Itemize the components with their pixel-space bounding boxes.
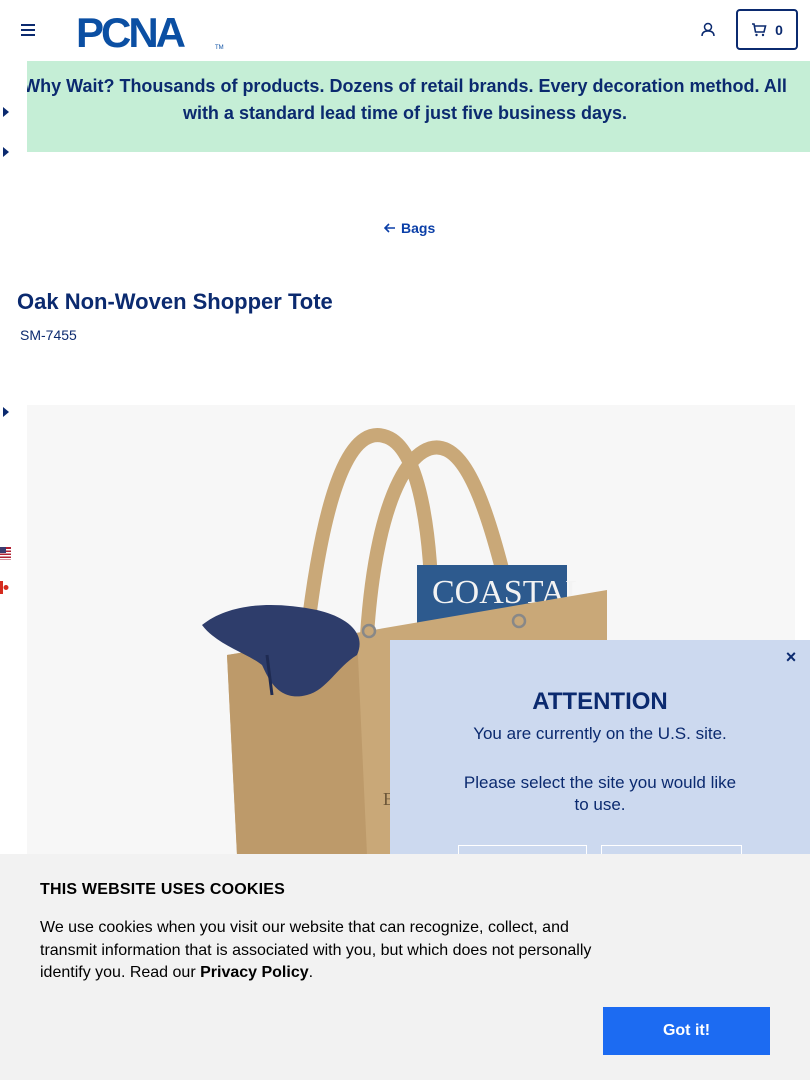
cookie-consent-bar: THIS WEBSITE USES COOKIES We use cookies…	[0, 854, 810, 1080]
cookie-title: THIS WEBSITE USES COOKIES	[40, 881, 286, 898]
accept-cookies-button[interactable]: Got it!	[603, 1007, 770, 1055]
back-to-bags-link[interactable]: Bags	[384, 220, 435, 236]
account-button[interactable]	[698, 20, 718, 40]
site-header: PCNA TM 0	[0, 0, 810, 61]
product-sku: SM-7455	[20, 327, 77, 343]
rail-arrow-icon[interactable]	[3, 407, 9, 417]
arrow-left-icon	[384, 223, 395, 233]
canada-flag-icon[interactable]	[0, 581, 11, 594]
rail-arrow-icon[interactable]	[3, 147, 9, 157]
cart-button[interactable]: 0	[736, 9, 798, 50]
user-icon	[701, 22, 715, 37]
privacy-policy-link[interactable]: Privacy Policy	[200, 964, 309, 981]
hamburger-icon	[21, 24, 35, 36]
logo-text: PCNA	[76, 10, 186, 50]
close-icon[interactable]: ×	[782, 648, 800, 666]
cookie-text: We use cookies when you visit our websit…	[40, 917, 600, 985]
us-flag-icon[interactable]	[0, 547, 11, 560]
attention-message: You are currently on the U.S. site.	[473, 724, 727, 743]
page: PCNA TM 0 Why Wait? Thousands of product…	[0, 0, 810, 1080]
logo-trademark: TM	[215, 45, 224, 50]
product-title: Oak Non-Woven Shopper Tote	[17, 289, 333, 314]
cookie-text-end: .	[308, 964, 314, 981]
menu-button[interactable]	[18, 20, 38, 40]
attention-title: ATTENTION	[532, 688, 668, 715]
rail-arrow-icon[interactable]	[3, 107, 9, 117]
site-selection-modal: × ATTENTION You are currently on the U.S…	[390, 640, 810, 885]
attention-prompt: Please select the site you would like to…	[463, 773, 737, 814]
promo-banner: Why Wait? Thousands of products. Dozens …	[0, 61, 810, 152]
promo-banner-text: Why Wait? Thousands of products. Dozens …	[23, 76, 787, 123]
back-link-label: Bags	[401, 220, 436, 236]
cart-icon	[752, 22, 767, 36]
cookie-text-body: We use cookies when you visit our websit…	[40, 919, 592, 981]
cart-count: 0	[775, 21, 783, 38]
pcna-logo[interactable]: PCNA TM	[76, 9, 226, 56]
